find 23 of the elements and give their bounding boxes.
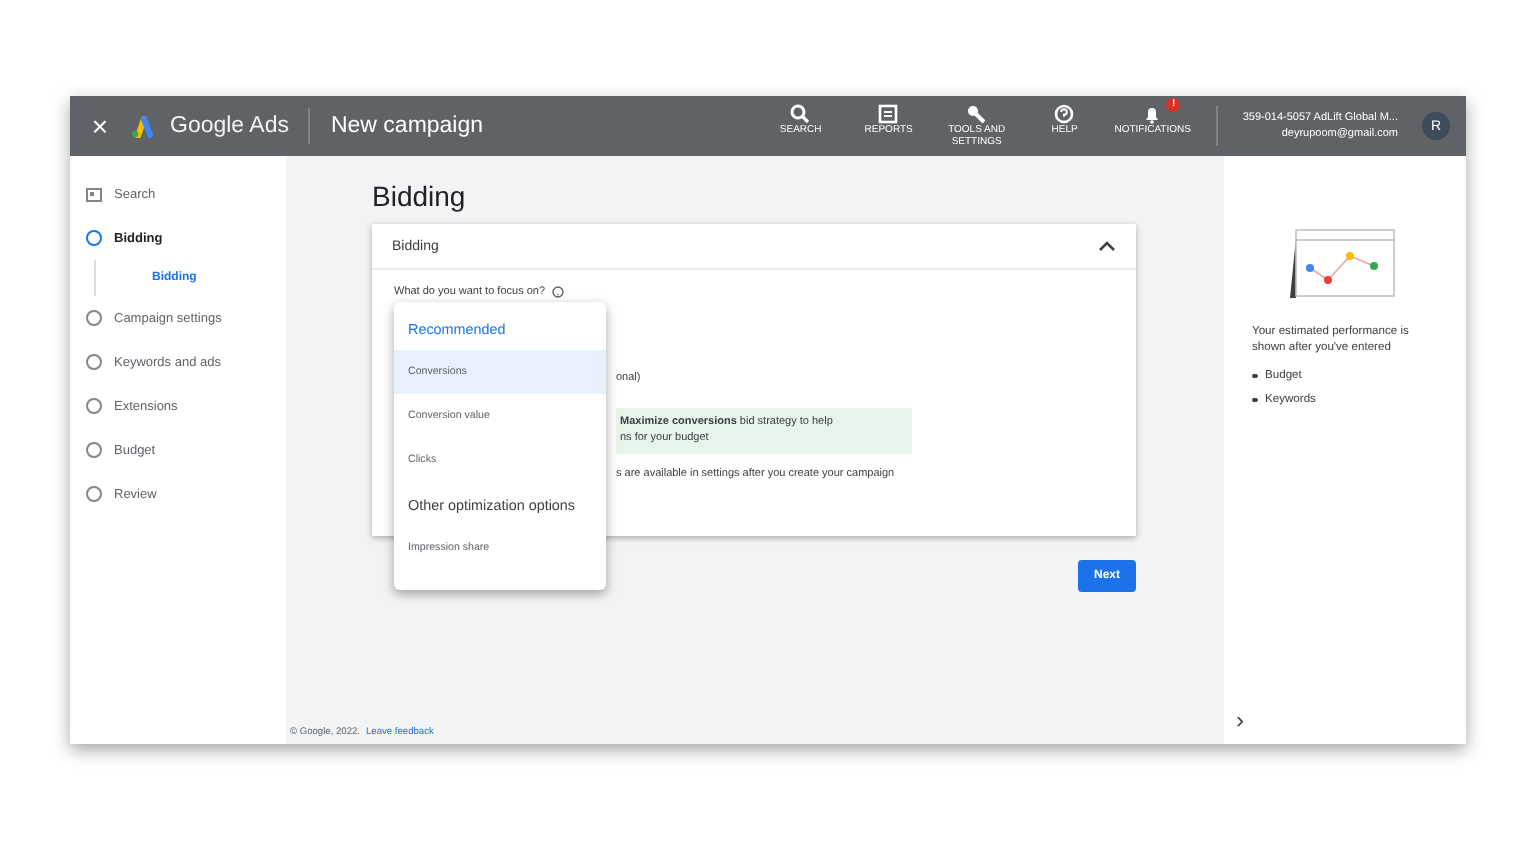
- page-heading: Bidding: [372, 180, 468, 212]
- logo-icon: [130, 115, 154, 137]
- close-button[interactable]: ×: [86, 110, 114, 142]
- help-icon[interactable]: [551, 286, 564, 298]
- help-icon: [1054, 104, 1075, 125]
- step-icon: [86, 442, 102, 458]
- step-icon: [86, 486, 102, 502]
- expand-button[interactable]: ›: [1236, 708, 1244, 732]
- step-icon: [86, 398, 102, 414]
- wrench-icon: [966, 104, 987, 125]
- product-name: Google Ads: [170, 114, 289, 138]
- page-title: New campaign: [330, 114, 486, 138]
- bullet-icon: [1252, 397, 1257, 403]
- bell-icon: [1142, 104, 1163, 125]
- bullet-icon: [1252, 373, 1257, 379]
- search-icon: [790, 104, 811, 125]
- step-icon: [86, 310, 102, 326]
- performance-chart-drawing: [1284, 228, 1396, 300]
- campaign-type-icon: [86, 187, 102, 201]
- report-icon: [878, 104, 899, 125]
- step-icon: [86, 230, 102, 246]
- chevron-icon[interactable]: [1098, 240, 1116, 252]
- step-icon: [86, 354, 102, 370]
